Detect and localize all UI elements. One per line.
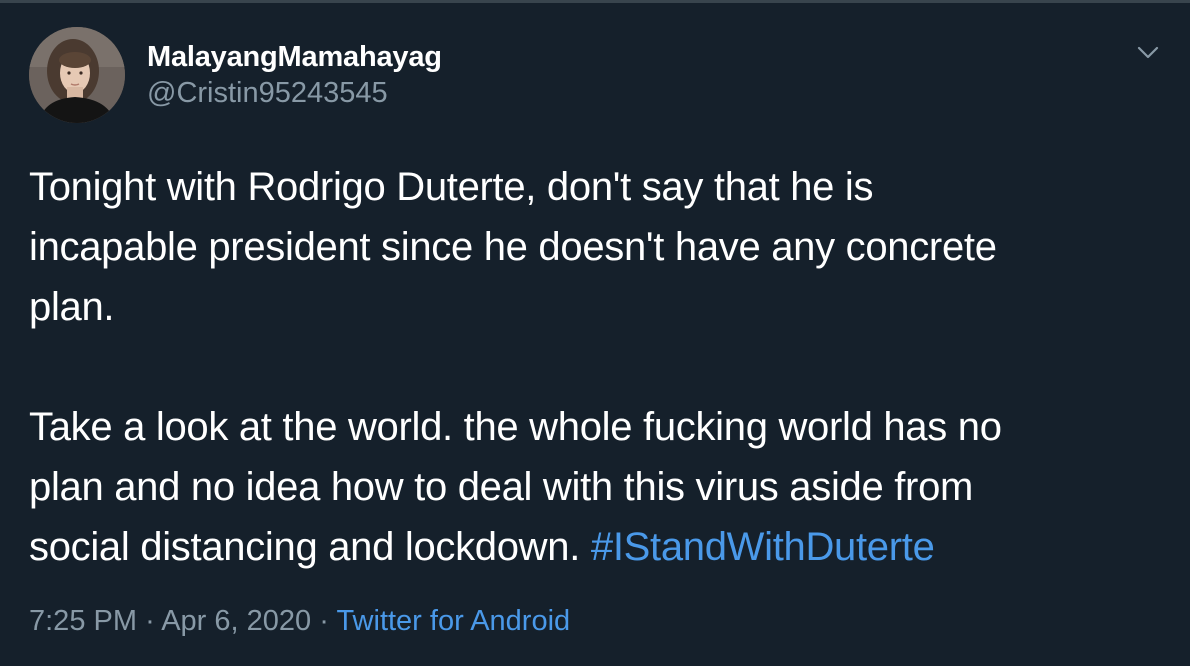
tweet-text-line: Take a look at the world. the whole fuck… (29, 405, 1002, 449)
author-display-name[interactable]: MalayangMamahayag (147, 41, 442, 74)
tweet-date[interactable]: Apr 6, 2020 (161, 605, 311, 637)
tweet-time[interactable]: 7:25 PM (29, 605, 137, 637)
hashtag-link[interactable]: #IStandWithDuterte (591, 525, 935, 569)
tweet-text-line: incapable president since he doesn't hav… (29, 225, 997, 269)
tweet-card: MalayangMamahayag @Cristin95243545 Tonig… (0, 0, 1190, 666)
tweet-meta: 7:25 PM · Apr 6, 2020 · Twitter for Andr… (29, 605, 570, 638)
tweet-text-line: plan. (29, 285, 115, 329)
tweet-source-link[interactable]: Twitter for Android (336, 605, 570, 637)
meta-separator: · (319, 605, 329, 637)
tweet-text-line: plan and no idea how to deal with this v… (29, 465, 974, 509)
tweet-text-line: Tonight with Rodrigo Duterte, don't say … (29, 165, 874, 209)
tweet-text-segment: social distancing and lockdown. (29, 525, 581, 569)
author-handle[interactable]: @Cristin95243545 (147, 77, 388, 110)
tweet-text: Tonight with Rodrigo Duterte, don't say … (29, 157, 1159, 577)
avatar[interactable] (29, 27, 125, 123)
meta-separator: · (145, 605, 155, 637)
tweet-text-line-last: social distancing and lockdown. #IStandW… (29, 517, 1159, 577)
chevron-down-icon[interactable] (1132, 39, 1164, 67)
avatar-image (29, 27, 125, 123)
